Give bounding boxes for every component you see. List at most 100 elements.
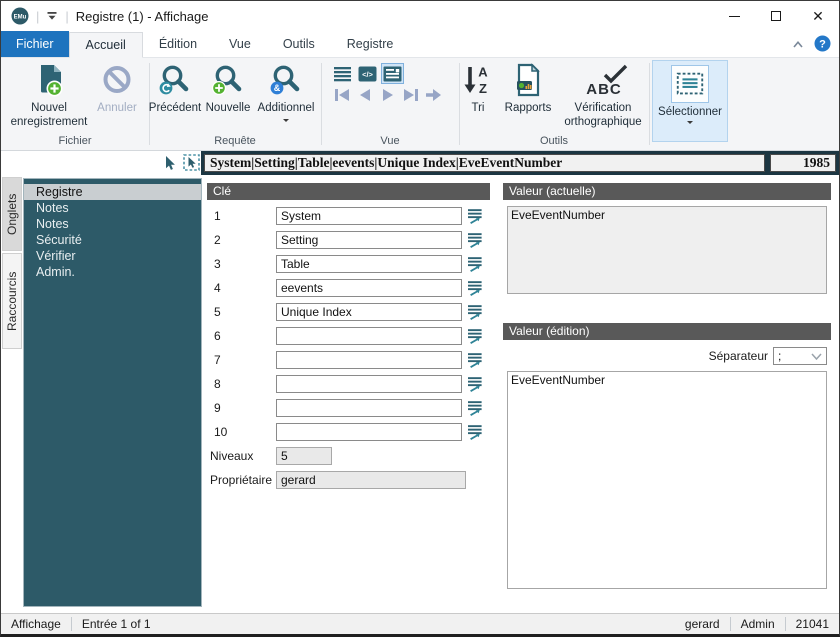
first-record-button[interactable] <box>331 87 353 103</box>
group-separator <box>649 63 650 145</box>
key-row-7: 7 <box>207 351 491 369</box>
view-code-button[interactable]: </> <box>356 63 379 84</box>
key-input-9[interactable] <box>276 399 462 417</box>
svg-text:EMu: EMu <box>14 15 27 21</box>
sidebar-tab-onglets[interactable]: Onglets <box>2 177 22 251</box>
close-button[interactable]: ✕ <box>797 1 839 31</box>
lookup-list-icon[interactable] <box>467 208 483 224</box>
cancel-button[interactable]: Annuler <box>93 61 141 116</box>
svg-text:A: A <box>478 65 488 80</box>
key-input-3[interactable] <box>276 255 462 273</box>
sidebar-item-notes-2[interactable]: Notes <box>24 216 201 232</box>
lookup-list-icon[interactable] <box>467 424 483 440</box>
view-details-button[interactable] <box>381 63 404 84</box>
new-query-icon <box>211 63 245 97</box>
key-panel-header: Clé <box>207 183 490 200</box>
key-input-5[interactable] <box>276 303 462 321</box>
spellcheck-icon: ABC <box>571 63 635 98</box>
key-row-number: 10 <box>214 425 228 439</box>
tab-registre[interactable]: Registre <box>331 31 410 57</box>
group-label-fichier: Fichier <box>58 135 92 147</box>
dropdown-arrow-icon <box>283 118 289 125</box>
title-bar: EMu | | Registre (1) - Affichage ✕ <box>1 1 839 31</box>
reports-button[interactable]: Rapports <box>499 61 557 116</box>
goto-record-button[interactable] <box>423 87 445 103</box>
ribbon-tab-bar: Fichier Accueil Édition Vue Outils Regis… <box>1 31 839 58</box>
sidebar-item-registre[interactable]: Registre <box>24 184 201 200</box>
additional-query-button[interactable]: & Additionnel <box>256 61 316 125</box>
lookup-list-icon[interactable] <box>467 232 483 248</box>
sort-icon: A Z <box>461 63 495 97</box>
last-record-icon <box>404 89 418 101</box>
sidebar-item-notes-1[interactable]: Notes <box>24 200 201 216</box>
maximize-icon <box>771 11 781 21</box>
previous-query-button[interactable]: Précédent <box>148 61 202 116</box>
key-row-10: 10 <box>207 423 491 441</box>
tab-edition[interactable]: Édition <box>143 31 213 57</box>
additional-query-icon: & <box>269 63 303 97</box>
quick-access-dropdown-icon[interactable] <box>46 11 58 21</box>
owner-label: Propriétaire <box>210 473 273 487</box>
key-input-8[interactable] <box>276 375 462 393</box>
tab-fichier[interactable]: Fichier <box>1 31 69 57</box>
svg-text:Z: Z <box>479 81 487 96</box>
reports-icon <box>511 63 545 97</box>
lookup-list-icon[interactable] <box>467 280 483 296</box>
new-record-button[interactable]: Nouvel enregistrement <box>5 61 93 130</box>
levels-label: Niveaux <box>210 449 254 463</box>
separator-select[interactable]: ; <box>773 347 827 365</box>
maximize-button[interactable] <box>755 1 797 31</box>
lookup-list-icon[interactable] <box>467 400 483 416</box>
lookup-list-icon[interactable] <box>467 256 483 272</box>
dropdown-arrow-icon <box>687 121 693 127</box>
key-input-2[interactable] <box>276 231 462 249</box>
breadcrumb-row: System|Setting|Table|eevents|Unique Inde… <box>1 151 839 175</box>
close-icon: ✕ <box>812 8 824 24</box>
sidebar-item-verifier[interactable]: Vérifier <box>24 248 201 264</box>
registry-key-path-field[interactable]: System|Setting|Table|eevents|Unique Inde… <box>204 154 765 172</box>
previous-record-button[interactable] <box>354 87 376 103</box>
spellcheck-button[interactable]: ABC Vérification orthographique <box>557 61 649 130</box>
lookup-list-icon[interactable] <box>467 304 483 320</box>
view-list-button[interactable] <box>331 63 354 84</box>
code-view-icon: </> <box>358 66 377 81</box>
select-label: Sélectionner <box>658 106 722 118</box>
key-row-number: 6 <box>214 329 221 343</box>
key-row-number: 1 <box>214 209 221 223</box>
key-input-6[interactable] <box>276 327 462 345</box>
new-query-button[interactable]: Nouvelle <box>202 61 254 116</box>
key-row-5: 5 <box>207 303 491 321</box>
lookup-list-icon[interactable] <box>467 328 483 344</box>
collapse-ribbon-chevron-icon[interactable] <box>792 40 804 48</box>
main-content: Onglets Raccourcis Registre Notes Notes … <box>1 175 839 614</box>
tab-accueil[interactable]: Accueil <box>68 32 143 58</box>
key-input-4[interactable] <box>276 279 462 297</box>
previous-query-icon <box>158 63 192 97</box>
reports-label: Rapports <box>504 102 552 114</box>
tab-outils[interactable]: Outils <box>267 31 331 57</box>
pointer-tool-icon[interactable] <box>161 155 177 171</box>
owner-value: gerard <box>276 471 466 489</box>
last-record-button[interactable] <box>400 87 422 103</box>
help-icon[interactable]: ? <box>814 35 831 52</box>
sort-button[interactable]: A Z Tri <box>459 61 497 116</box>
key-input-7[interactable] <box>276 351 462 369</box>
sidebar-item-admin[interactable]: Admin. <box>24 264 201 280</box>
key-input-1[interactable] <box>276 207 462 225</box>
key-row-2: 2 <box>207 231 491 249</box>
sidebar-item-securite[interactable]: Sécurité <box>24 232 201 248</box>
next-record-button[interactable] <box>377 87 399 103</box>
select-button[interactable]: Sélectionner <box>652 60 728 142</box>
select-pointer-tool-icon[interactable] <box>183 154 200 171</box>
sidebar-tab-raccourcis[interactable]: Raccourcis <box>2 253 22 349</box>
separator-row: Séparateur ; <box>503 347 831 365</box>
key-row-6: 6 <box>207 327 491 345</box>
lookup-list-icon[interactable] <box>467 352 483 368</box>
window-title: Registre (1) - Affichage <box>75 8 209 24</box>
lookup-list-icon[interactable] <box>467 376 483 392</box>
value-edit-textarea[interactable]: EveEventNumber <box>507 371 827 589</box>
tab-vue[interactable]: Vue <box>213 31 267 57</box>
key-row-4: 4 <box>207 279 491 297</box>
minimize-button[interactable] <box>713 1 755 31</box>
key-input-10[interactable] <box>276 423 462 441</box>
